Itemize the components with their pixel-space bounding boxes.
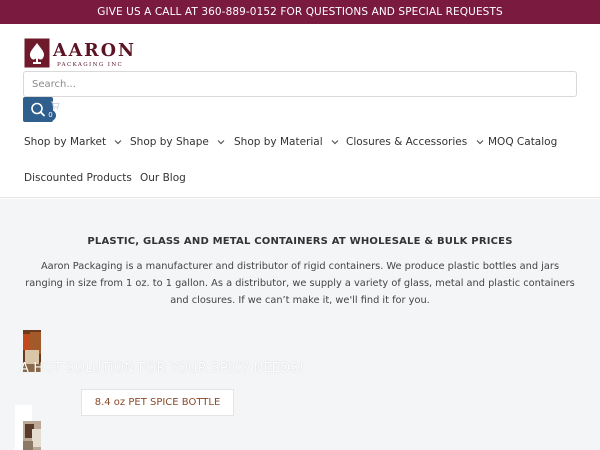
search-box (23, 71, 577, 97)
site-logo[interactable]: AARON PACKAGING INC (24, 38, 144, 70)
announcement-text: GIVE US A CALL AT 360-889-0152 FOR QUEST… (97, 6, 503, 18)
nav-item-shop-by-shape[interactable]: Shop by Shape (130, 136, 225, 148)
cart-icon[interactable] (50, 100, 60, 110)
logo-tagline: PACKAGING INC (57, 62, 124, 68)
nav-item-label: Shop by Shape (130, 136, 209, 148)
intro-paragraph: Aaron Packaging is a manufacturer and di… (25, 261, 575, 306)
chevron-down-icon (114, 140, 122, 145)
nav-item-moq-catalog[interactable]: MOQ Catalog (488, 136, 557, 148)
nav-item-label: Shop by Material (234, 136, 323, 148)
nav-item-shop-by-material[interactable]: Shop by Material (234, 136, 339, 148)
chevron-down-icon (217, 140, 225, 145)
nav-item-label: Our Blog (140, 172, 186, 184)
hero-headline: A HOT SOLUTION FOR YOUR SPICY NEEDS! (20, 361, 305, 376)
nav-item-our-blog[interactable]: Our Blog (140, 172, 186, 184)
nav-item-label: Shop by Market (24, 136, 107, 148)
nav-item-closures-accessories[interactable]: Closures & Accessories (346, 136, 484, 148)
nav-item-label: MOQ Catalog (488, 136, 558, 148)
nav-item-label: Closures & Accessories (346, 136, 468, 148)
secondary-thumbnail-image (23, 421, 41, 450)
chevron-down-icon (331, 140, 339, 145)
search-input[interactable] (24, 72, 576, 97)
logo-wordmark: AARON (53, 41, 136, 61)
nav-item-shop-by-market[interactable]: Shop by Market (24, 136, 122, 148)
logo-mark-icon (24, 38, 50, 68)
spice-bottle-cta-button[interactable]: 8.4 oz PET SPICE BOTTLE (81, 389, 234, 416)
nav-item-label: Discounted Products (24, 172, 132, 184)
cart-count-badge[interactable]: 0 (45, 110, 56, 121)
nav-item-discounted-products[interactable]: Discounted Products (24, 172, 132, 184)
chevron-down-icon (476, 140, 483, 145)
intro-heading: PLASTIC, GLASS AND METAL CONTAINERS AT W… (87, 236, 513, 247)
site-header: AARON PACKAGING INC 0 Shop by Market Sho… (0, 24, 600, 198)
announcement-bar: GIVE US A CALL AT 360-889-0152 FOR QUEST… (0, 0, 600, 24)
